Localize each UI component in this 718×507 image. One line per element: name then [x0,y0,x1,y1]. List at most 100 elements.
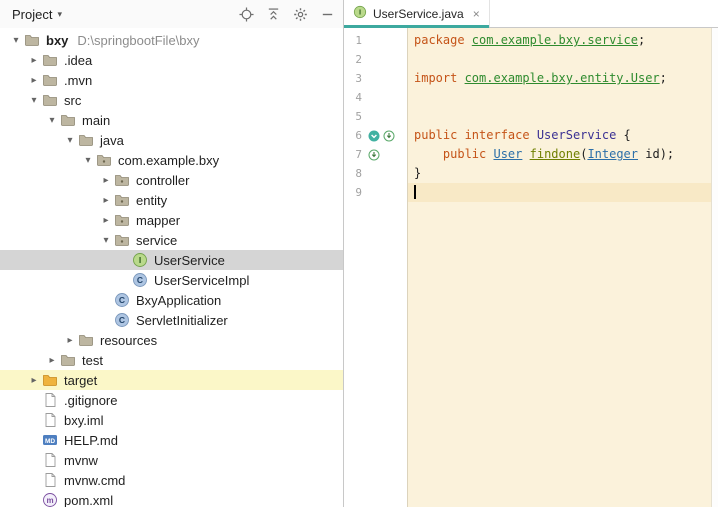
tree-item-label: java [100,132,124,148]
svg-text:C: C [119,315,125,325]
editor-scrollbar[interactable] [711,28,718,507]
tab-userservice-java[interactable]: I UserService.java × [344,0,490,28]
tree-item-userserviceimpl[interactable]: C UserServiceImpl [0,270,343,290]
editor-tab-bar: I UserService.java × [344,0,718,28]
tree-item-mvnw[interactable]: mvnw [0,450,343,470]
tree-item-entity[interactable]: ▸ entity [0,190,343,210]
file-icon [42,452,58,468]
code-line[interactable]: } [408,164,718,183]
chevron-right-icon[interactable]: ▸ [62,335,78,346]
chevron-down-icon[interactable]: ▾ [62,135,78,146]
tree-item-com-example-bxy[interactable]: ▾ com.example.bxy [0,150,343,170]
override-marker-icon[interactable] [368,149,380,161]
code-token: } [414,166,422,180]
code-line[interactable]: public User findone(Integer id); [408,145,718,164]
chevron-right-icon[interactable]: ▸ [98,215,114,226]
editor-gutter: 1 2 3 4 5 6 7 8 9 [344,28,408,507]
tree-item-mvnw-cmd[interactable]: mvnw.cmd [0,470,343,490]
chevron-right-icon[interactable]: ▸ [26,375,42,386]
tree-item-resources[interactable]: ▸ resources [0,330,343,350]
tree-item--idea[interactable]: ▸ .idea [0,50,343,70]
folder-icon [78,132,94,148]
chevron-down-icon[interactable]: ▾ [98,235,114,246]
project-view-selector[interactable]: Project ▾ [12,7,62,22]
code-token: Integer [587,147,639,161]
folder-icon [42,72,58,88]
code-line[interactable]: import com.example.bxy.entity.User; [408,69,718,88]
folder-icon [42,52,58,68]
tree-item-controller[interactable]: ▸ controller [0,170,343,190]
code-line[interactable] [408,50,718,69]
line-number: 2 [355,53,362,66]
code-line[interactable] [408,183,718,202]
chevron-right-icon[interactable]: ▸ [98,195,114,206]
line-number: 8 [355,167,362,180]
tree-item-mapper[interactable]: ▸ mapper [0,210,343,230]
package-icon [114,212,130,228]
tree-item--mvn[interactable]: ▸ .mvn [0,70,343,90]
code-line[interactable] [408,88,718,107]
tree-item--gitignore[interactable]: .gitignore [0,390,343,410]
tree-item-pom-xml[interactable]: m pom.xml [0,490,343,507]
hide-icon[interactable] [319,6,335,22]
tree-item-java[interactable]: ▾ java [0,130,343,150]
tree-item-test[interactable]: ▸ test [0,350,343,370]
tab-title: UserService.java [373,6,464,21]
tree-item-bxy-iml[interactable]: bxy.iml [0,410,343,430]
tree-item-bxy[interactable]: ▾ bxy D:\springbootFile\bxy [0,30,343,50]
tree-item-help-md[interactable]: MD HELP.md [0,430,343,450]
tree-item-label: .idea [64,52,93,68]
tree-item-target[interactable]: ▸ target [0,370,343,390]
tree-item-src[interactable]: ▾ src [0,90,343,110]
gutter-row: 3 [344,69,407,88]
chevron-down-icon[interactable]: ▾ [44,115,60,126]
gutter-row: 4 [344,88,407,107]
chevron-down-icon[interactable]: ▾ [8,35,24,46]
code-line[interactable]: package com.example.bxy.service; [408,31,718,50]
chevron-right-icon[interactable]: ▸ [26,75,42,86]
settings-icon[interactable] [292,6,308,22]
locate-icon[interactable] [238,6,254,22]
tree-item-bxyapplication[interactable]: C BxyApplication [0,290,343,310]
tree-item-service[interactable]: ▾ service [0,230,343,250]
line-number: 5 [355,110,362,123]
close-icon[interactable]: × [473,7,480,21]
tree-item-main[interactable]: ▾ main [0,110,343,130]
code-line[interactable]: public interface UserService { [408,126,718,145]
svg-text:m: m [46,496,53,505]
chevron-right-icon[interactable]: ▸ [26,55,42,66]
code-token: com.example.bxy.service [471,33,638,47]
tree-item-userservice[interactable]: I UserService [0,250,343,270]
collapse-all-icon[interactable] [265,6,281,22]
tree-item-servletinitializer[interactable]: C ServletInitializer [0,310,343,330]
code-area[interactable]: package com.example.bxy.service; import c… [408,28,718,507]
code-token: ; [659,71,667,85]
chevron-down-icon[interactable]: ▾ [80,155,96,166]
tree-item-label: UserService [154,252,225,268]
interface-icon: I [132,252,148,268]
code-line[interactable] [408,107,718,126]
code-token: public interface [414,128,537,142]
chevron-down-icon[interactable]: ▾ [26,95,42,106]
class-icon: C [114,292,130,308]
chevron-right-icon[interactable]: ▸ [98,175,114,186]
folder-icon [42,92,58,108]
code-token: package [414,33,472,47]
chevron-right-icon[interactable]: ▸ [44,355,60,366]
line-number: 9 [355,186,362,199]
project-header: Project ▾ [0,0,343,28]
folder-icon [78,332,94,348]
line-number: 4 [355,91,362,104]
override-marker-icon[interactable] [383,130,395,142]
tree-item-label: com.example.bxy [118,152,220,168]
implemented-marker-icon[interactable] [368,130,380,142]
